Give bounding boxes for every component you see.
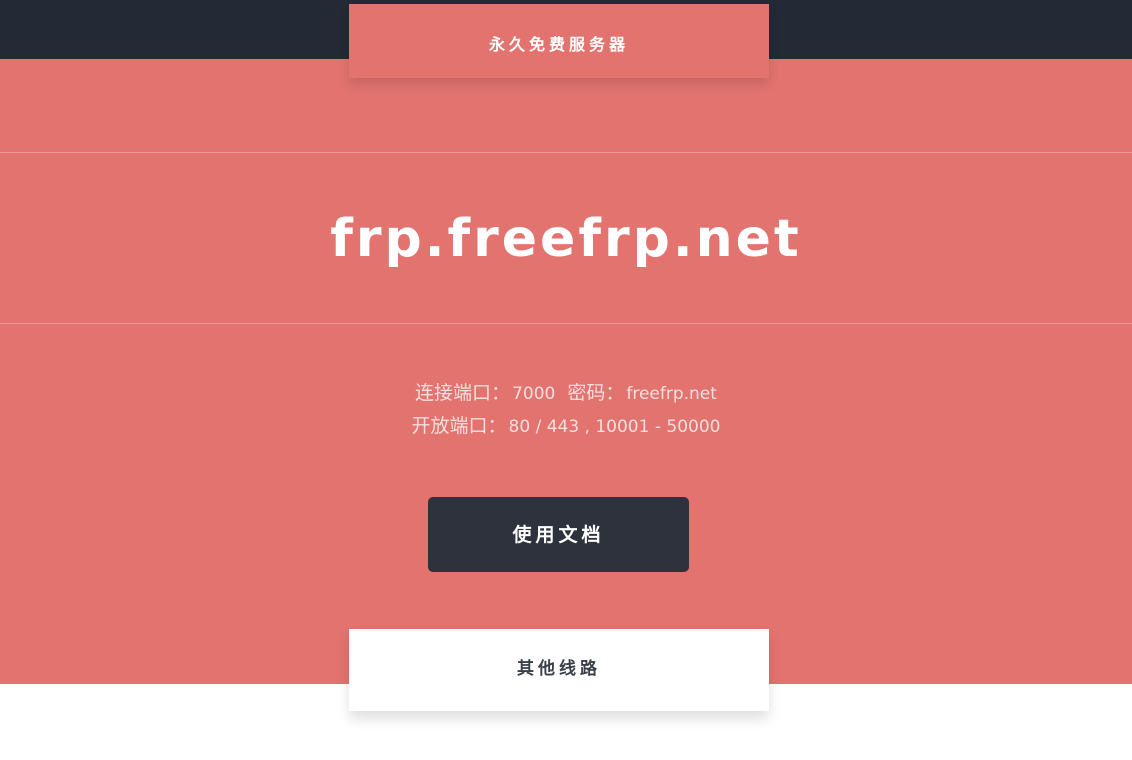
divider-top <box>0 152 1132 153</box>
connect-port-label: 连接端口： <box>415 382 511 404</box>
tab-other-routes-label: 其他线路 <box>517 659 601 679</box>
tab-other-routes[interactable]: 其他线路 <box>349 629 769 711</box>
divider-bottom <box>0 323 1132 324</box>
password-label: 密码： <box>567 382 625 404</box>
docs-button[interactable]: 使用文档 <box>428 497 689 572</box>
open-ports-value: 80 / 443 , 10001 - 50000 <box>508 417 721 437</box>
open-ports-line: 开放端口： 80 / 443 , 10001 - 50000 <box>0 410 1132 443</box>
password-value: freefrp.net <box>626 384 717 404</box>
server-info: 连接端口： 7000 密码： freefrp.net 开放端口： 80 / 443 , … <box>0 377 1132 443</box>
open-ports-label: 开放端口： <box>411 415 507 437</box>
server-domain-title: frp.freefrp.net <box>330 209 802 269</box>
connect-info-line: 连接端口： 7000 密码： freefrp.net <box>0 377 1132 410</box>
tab-free-servers-label: 永久免费服务器 <box>488 35 629 54</box>
page: 永久免费服务器 frp.freefrp.net 连接端口： 7000 密码： free… <box>0 0 1132 760</box>
connect-port-value: 7000 <box>512 384 556 404</box>
tab-free-servers[interactable]: 永久免费服务器 <box>349 4 769 78</box>
